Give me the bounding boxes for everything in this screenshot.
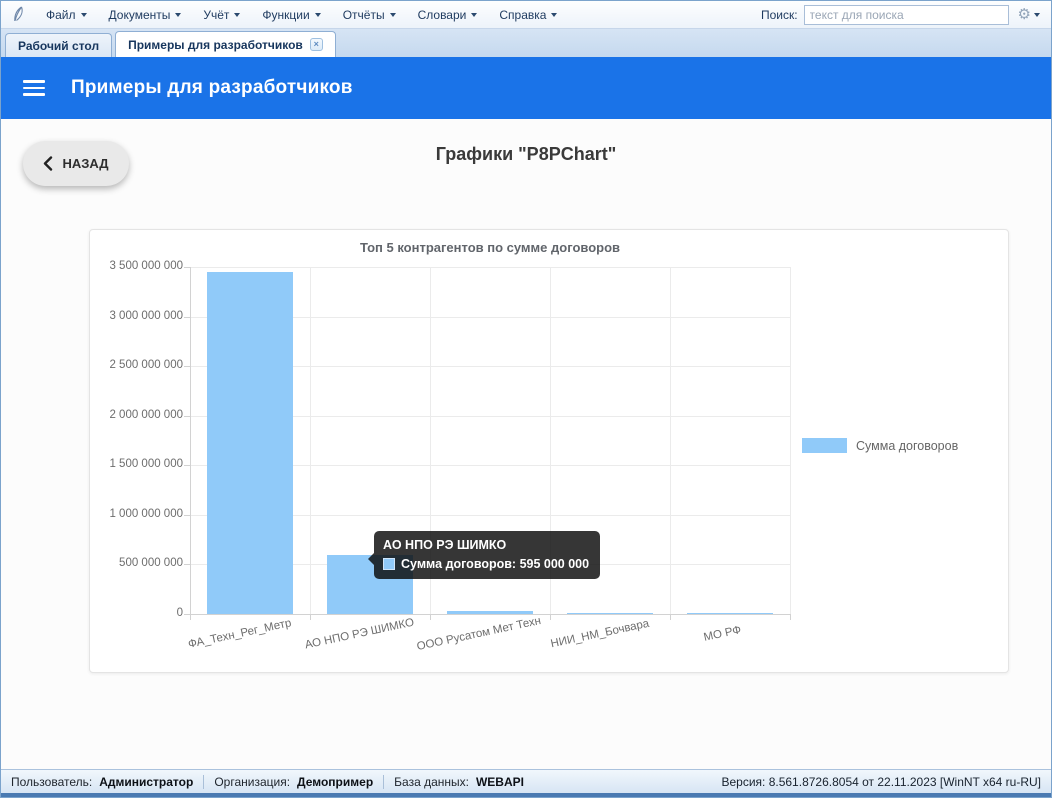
search-box: Поиск: ⚙ [761,5,1043,25]
status-org-label: Организация: [214,775,290,789]
status-org-value: Демопример [297,775,373,789]
bar-3[interactable] [567,613,653,614]
bar-4[interactable] [687,613,773,614]
menu-item-3[interactable]: Функции [253,5,329,25]
chevron-down-icon [551,13,557,17]
grid-vline [190,267,191,614]
tooltip-series-swatch-icon [383,558,395,570]
chart-tooltip: АО НПО РЭ ШИМКО Сумма договоров: 595 000… [374,531,600,579]
app-header-title: Примеры для разработчиков [71,77,353,99]
grid-vline [310,267,311,614]
main-content: НАЗАД Графики "P8PChart" Топ 5 контраген… [1,119,1051,769]
chevron-down-icon [1034,13,1040,17]
status-user: Пользователь: Администратор [11,775,203,789]
window-bottom-border [1,793,1051,797]
x-tickmark [670,614,671,620]
x-axis-tick-label: ООО Русатом Мет Техн [416,615,542,653]
x-tickmark [310,614,311,620]
grid-vline [790,267,791,614]
x-tickmark [550,614,551,620]
chevron-down-icon [234,13,240,17]
grid-vline [670,267,671,614]
y-axis-tick-label: 500 000 000 [90,557,183,569]
chart-card: Топ 5 контрагентов по сумме договоров Су… [89,229,1009,673]
tooltip-body: Сумма договоров: 595 000 000 [383,557,589,571]
gear-icon: ⚙ [1018,7,1031,22]
x-tickmark [430,614,431,620]
chart-legend[interactable]: Сумма договоров [802,438,958,453]
grid-hline [190,614,790,615]
x-axis-tick-label: ФА_Техн_Рег_Метр [187,617,292,651]
x-axis-tick-label: МО РФ [703,624,743,644]
y-axis-tick-label: 0 [90,607,183,619]
search-input[interactable] [804,5,1009,25]
menu-item-4[interactable]: Отчёты [334,5,405,25]
tab-1[interactable]: Примеры для разработчиков× [115,31,336,57]
menu-item-5[interactable]: Словари [409,5,487,25]
app-logo-icon [9,6,27,23]
app-header: Примеры для разработчиков [1,57,1051,119]
hamburger-menu-icon[interactable] [23,80,45,96]
menu-item-0[interactable]: Файл [37,5,96,25]
chevron-down-icon [175,13,181,17]
y-axis-tick-label: 1 500 000 000 [90,458,183,470]
tooltip-value: 595 000 000 [520,557,590,571]
status-org: Организация: Демопример [204,775,383,789]
bar-2[interactable] [447,611,533,614]
x-tickmark [190,614,191,620]
app-window: ФайлДокументыУчётФункцииОтчётыСловариСпр… [0,0,1052,798]
chevron-down-icon [315,13,321,17]
tab-strip: Рабочий столПримеры для разработчиков× [1,29,1051,57]
y-axis-tick-label: 2 000 000 000 [90,409,183,421]
page-title: Графики "P8PChart" [1,144,1051,165]
status-user-value: Администратор [99,775,193,789]
y-axis-tick-label: 1 000 000 000 [90,508,183,520]
legend-swatch-icon [802,438,847,453]
x-axis-tick-label: АО НПО РЭ ШИМКО [304,617,415,652]
status-bar: Пользователь: Администратор Организация:… [1,769,1051,793]
status-user-label: Пользователь: [11,775,92,789]
menu-item-2[interactable]: Учёт [194,5,249,25]
status-db: База данных: WEBAPI [384,775,534,789]
x-axis-tick-label: НИИ_НМ_Бочвара [550,618,651,651]
menu-item-1[interactable]: Документы [100,5,191,25]
bar-0[interactable] [207,272,293,614]
chevron-down-icon [81,13,87,17]
tab-close-icon[interactable]: × [310,38,323,51]
y-axis-tick-label: 3 000 000 000 [90,310,183,322]
chevron-down-icon [471,13,477,17]
grid-hline [190,267,790,268]
legend-label: Сумма договоров [856,439,958,453]
menu-bar-items: ФайлДокументыУчётФункцииОтчётыСловариСпр… [37,5,566,25]
tab-0[interactable]: Рабочий стол [5,33,112,57]
status-version: Версия: 8.561.8726.8054 от 22.11.2023 [W… [721,775,1041,789]
y-axis-tick-label: 3 500 000 000 [90,260,183,272]
x-tickmark [790,614,791,620]
chart-title: Топ 5 контрагентов по сумме договоров [190,240,790,255]
tooltip-title: АО НПО РЭ ШИМКО [383,538,589,552]
status-db-label: База данных: [394,775,469,789]
menu-bar: ФайлДокументыУчётФункцииОтчётыСловариСпр… [1,1,1051,29]
menu-item-6[interactable]: Справка [490,5,566,25]
search-settings-button[interactable]: ⚙ [1015,6,1043,23]
y-axis-tick-label: 2 500 000 000 [90,359,183,371]
search-label: Поиск: [761,8,798,22]
chevron-down-icon [390,13,396,17]
status-db-value: WEBAPI [476,775,524,789]
tooltip-label: Сумма договоров: [401,557,516,571]
